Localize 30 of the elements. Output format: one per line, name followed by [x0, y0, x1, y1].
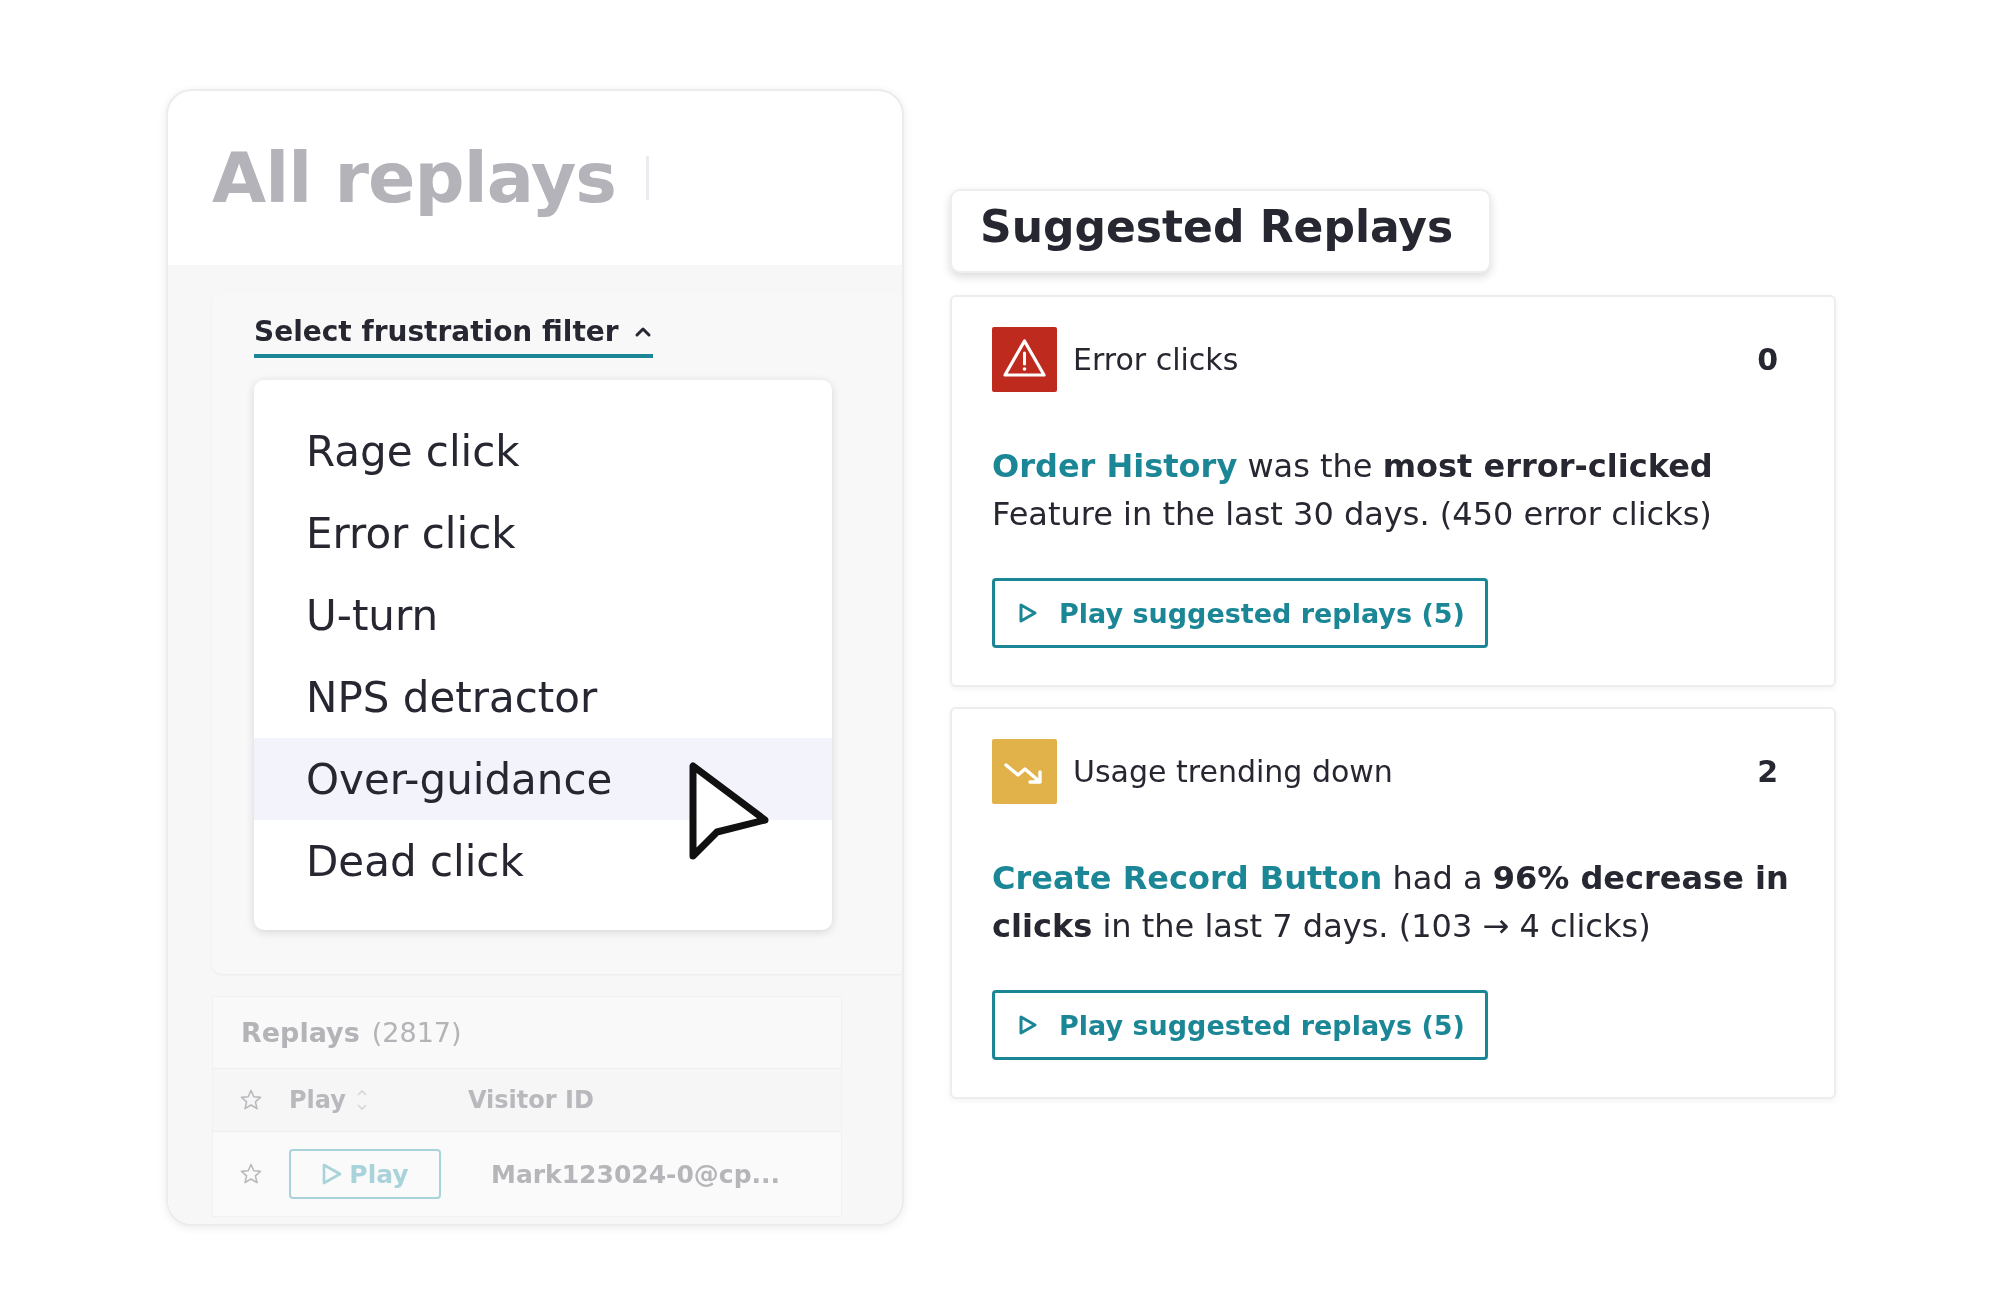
- replay-count: (2817): [371, 1017, 462, 1048]
- card-description: Create Record Button had a 96% decrease in clicks in the last 7 days. (103 → 4 clicks): [992, 858, 1790, 947]
- dropdown-option[interactable]: NPS detractor: [254, 656, 832, 738]
- sort-icon[interactable]: [355, 1087, 368, 1113]
- card-title: Error clicks: [1073, 342, 1240, 377]
- star-icon[interactable]: [239, 1162, 263, 1186]
- warning-icon: [992, 327, 1057, 392]
- play-suggested-button[interactable]: Play suggested replays (5): [992, 990, 1488, 1060]
- section-title: Suggested Replays: [950, 189, 1491, 273]
- visitor-id: Mark123024-0@cp...: [491, 1159, 781, 1189]
- dropdown-option[interactable]: Error click: [254, 492, 832, 574]
- count: 2: [1757, 754, 1778, 789]
- dropdown-option[interactable]: U-turn: [254, 574, 832, 656]
- feature-link[interactable]: Create Record Button: [992, 859, 1383, 897]
- trend-down-icon: [992, 739, 1057, 804]
- play-icon: [321, 1162, 344, 1186]
- count: 0: [1757, 342, 1778, 377]
- play-icon: [1017, 601, 1039, 625]
- table-title: Replays: [241, 1017, 360, 1048]
- filter-dropdown[interactable]: Select frustration filter: [254, 315, 653, 358]
- dropdown-option[interactable]: Rage click: [254, 410, 832, 492]
- dropdown-option[interactable]: Over-guidance: [254, 738, 832, 820]
- card-title: Usage trending down: [1073, 754, 1394, 789]
- play-icon: [1017, 1013, 1039, 1037]
- page-title: All replays: [212, 137, 616, 219]
- star-icon[interactable]: [239, 1088, 263, 1112]
- play-suggested-button[interactable]: Play suggested replays (5): [992, 578, 1488, 648]
- feature-link[interactable]: Order History: [992, 447, 1238, 485]
- dropdown-option[interactable]: Dead click: [254, 820, 832, 902]
- card-description: Order History was the most error-clicked Feature in the last 30 days. (450 error clicks): [992, 446, 1714, 535]
